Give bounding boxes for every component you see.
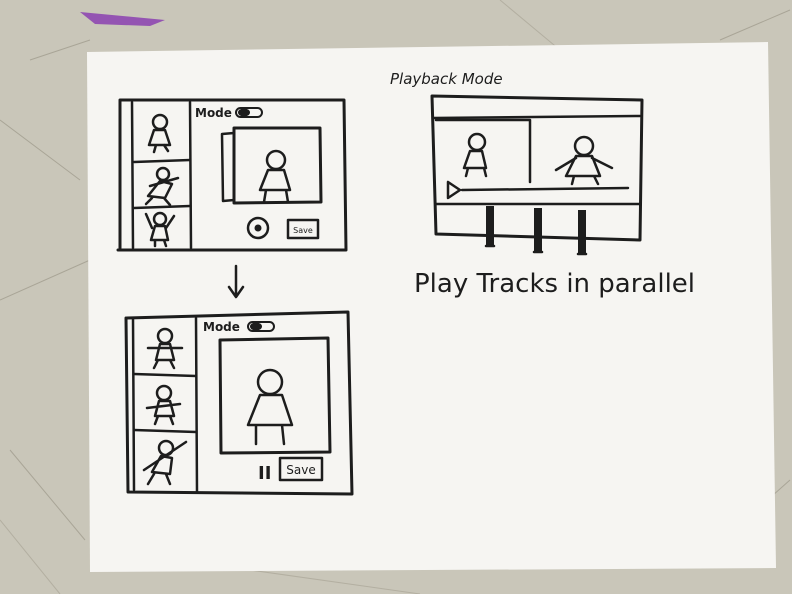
sidebar-divider — [194, 316, 199, 494]
track-slot-divider — [486, 206, 494, 246]
sketch-photo: Mode Save Mode II Save Playback Mode Pla… — [0, 0, 792, 594]
save-label: Save — [286, 463, 315, 477]
track-slot-divider — [578, 210, 586, 254]
record-dot — [254, 224, 262, 232]
toggle-knob — [238, 108, 250, 117]
mode-label: Mode — [195, 106, 232, 120]
sidebar-left-edge — [131, 316, 136, 492]
toggle-knob — [250, 322, 262, 331]
playback-title: Playback Mode — [390, 70, 503, 88]
track-slot-divider — [534, 208, 542, 252]
sidebar-divider — [188, 100, 193, 250]
playback-caption: Play Tracks in parallel — [414, 269, 695, 299]
sidebar-left-edge — [130, 100, 135, 250]
mode-label: Mode — [203, 320, 240, 334]
save-label: Save — [293, 226, 313, 235]
pause-glyph: II — [258, 463, 271, 484]
pause-button[interactable]: II — [258, 463, 271, 484]
